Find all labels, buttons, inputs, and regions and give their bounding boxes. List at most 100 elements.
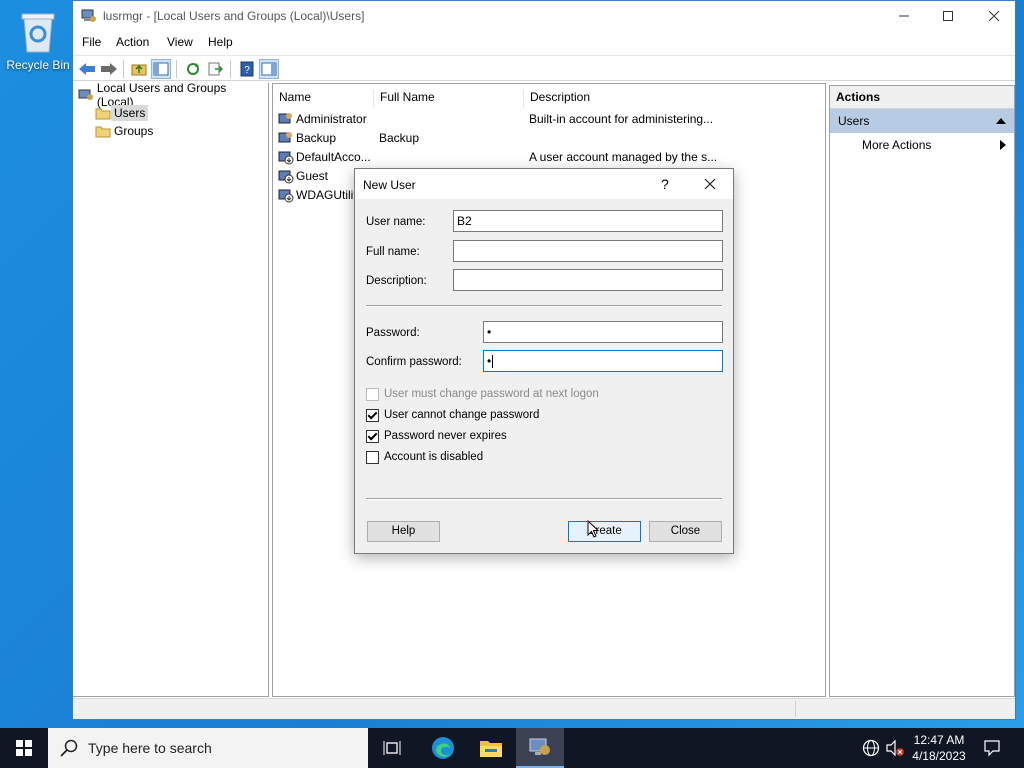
dialog-close-icon[interactable] bbox=[704, 178, 716, 190]
recycle-bin[interactable]: Recycle Bin bbox=[6, 8, 70, 72]
more-actions-item[interactable]: More Actions bbox=[830, 133, 1014, 157]
menu-view[interactable]: View bbox=[167, 35, 193, 49]
checkbox-box bbox=[366, 429, 379, 443]
user-icon bbox=[278, 113, 292, 124]
clock-time: 12:47 AM bbox=[913, 733, 965, 747]
help-button[interactable]: Help bbox=[367, 521, 440, 542]
svg-text:?: ? bbox=[244, 65, 250, 76]
account-disabled-label: Account is disabled bbox=[384, 451, 484, 463]
separator bbox=[366, 305, 722, 307]
tree-item-groups-label: Groups bbox=[114, 124, 154, 138]
export-list-icon bbox=[208, 62, 223, 76]
refresh-icon bbox=[187, 63, 199, 75]
column-name[interactable]: Name bbox=[273, 90, 374, 108]
up-one-level-button[interactable] bbox=[129, 59, 149, 79]
cannot-change-password-checkbox[interactable]: User cannot change password bbox=[366, 407, 539, 423]
table-row[interactable]: Backup Backup bbox=[273, 129, 825, 148]
network-button[interactable] bbox=[860, 728, 882, 768]
back-button[interactable] bbox=[77, 59, 97, 79]
status-bar bbox=[73, 698, 1015, 719]
disabled-user-icon bbox=[278, 151, 294, 165]
dialog-title-bar: New User ? bbox=[355, 169, 733, 199]
password-field[interactable]: • bbox=[483, 321, 723, 343]
checkbox-box bbox=[366, 450, 379, 464]
checkmark-icon bbox=[367, 409, 378, 419]
notifications-button[interactable] bbox=[980, 728, 1004, 768]
tree-item-users-label: Users bbox=[111, 105, 149, 121]
username-field[interactable]: B2 bbox=[453, 210, 723, 232]
checkbox-box bbox=[366, 387, 379, 401]
tree-item-groups[interactable]: Groups bbox=[95, 122, 156, 140]
folder-icon bbox=[95, 126, 111, 138]
tree-item-users[interactable]: Users bbox=[95, 104, 149, 122]
taskbar-search-box[interactable]: Type here to search bbox=[48, 728, 368, 768]
account-disabled-checkbox[interactable]: Account is disabled bbox=[366, 449, 483, 465]
checkmark-icon bbox=[367, 430, 378, 440]
start-button[interactable] bbox=[0, 728, 48, 768]
minimize-button[interactable] bbox=[881, 1, 927, 31]
row-name: DefaultAcco... bbox=[296, 150, 371, 164]
mouse-cursor-icon bbox=[587, 520, 600, 538]
actions-section-users[interactable]: Users bbox=[830, 109, 1014, 133]
column-full-name[interactable]: Full Name bbox=[373, 90, 525, 108]
create-button[interactable]: Create bbox=[568, 521, 641, 542]
collapse-up-icon bbox=[996, 118, 1006, 124]
table-row[interactable]: Administrator Built-in account for admin… bbox=[273, 110, 825, 129]
description-field[interactable] bbox=[453, 269, 723, 291]
row-description: Built-in account for administering... bbox=[529, 112, 714, 126]
dialog-title: New User bbox=[363, 178, 416, 192]
file-explorer-taskbar-button[interactable] bbox=[467, 728, 515, 768]
menu-action[interactable]: Action bbox=[116, 35, 149, 49]
edge-browser-icon bbox=[432, 737, 454, 759]
notification-icon bbox=[984, 740, 1000, 757]
forward-button[interactable] bbox=[99, 59, 119, 79]
help-toolbar-button[interactable]: ? bbox=[237, 59, 257, 79]
must-change-password-checkbox[interactable]: User must change password at next logon bbox=[366, 386, 599, 402]
windows-logo-icon bbox=[16, 740, 32, 756]
search-placeholder: Type here to search bbox=[88, 740, 212, 756]
close-button[interactable]: Close bbox=[649, 521, 722, 542]
window-title: lusrmgr - [Local Users and Groups (Local… bbox=[103, 9, 365, 23]
refresh-button[interactable] bbox=[183, 59, 203, 79]
more-actions-label: More Actions bbox=[862, 138, 932, 152]
username-label: User name: bbox=[366, 216, 426, 228]
show-hide-console-tree-button[interactable] bbox=[151, 59, 171, 79]
fullname-field[interactable] bbox=[453, 240, 723, 262]
confirm-password-field[interactable]: • bbox=[483, 350, 723, 372]
column-description[interactable]: Description bbox=[523, 90, 725, 108]
task-view-button[interactable] bbox=[368, 728, 416, 768]
menu-file[interactable]: File bbox=[82, 35, 101, 49]
lusrmgr-taskbar-button[interactable] bbox=[516, 728, 564, 768]
actions-section-label: Users bbox=[838, 114, 870, 128]
taskbar: Type here to search 12:47 AM 4/18/2023 bbox=[0, 728, 1024, 768]
menu-help[interactable]: Help bbox=[208, 35, 233, 49]
forward-arrow-icon bbox=[101, 63, 117, 75]
disabled-user-icon bbox=[278, 189, 294, 203]
close-icon bbox=[988, 10, 1000, 22]
export-list-button[interactable] bbox=[205, 59, 225, 79]
password-never-expires-checkbox[interactable]: Password never expires bbox=[366, 428, 507, 444]
row-name: Backup bbox=[296, 131, 337, 145]
tree-root[interactable]: Local Users and Groups (Local) bbox=[78, 81, 268, 109]
speaker-muted-icon bbox=[886, 739, 904, 757]
clock-date: 4/18/2023 bbox=[912, 749, 966, 763]
show-hide-action-pane-button[interactable] bbox=[259, 59, 279, 79]
dialog-help-button[interactable]: ? bbox=[661, 176, 669, 192]
recycle-bin-label: Recycle Bin bbox=[6, 58, 70, 72]
clock[interactable]: 12:47 AM 4/18/2023 bbox=[908, 732, 970, 764]
must-change-password-label: User must change password at next logon bbox=[384, 388, 599, 400]
list-header: Name Full Name Description bbox=[273, 84, 825, 108]
console-tree-icon bbox=[153, 62, 169, 76]
maximize-button[interactable] bbox=[925, 1, 971, 31]
new-user-dialog: New User ? User name: B2 Full name: Desc… bbox=[354, 168, 734, 554]
cannot-change-password-label: User cannot change password bbox=[384, 409, 540, 421]
menu-bar: File Action View Help bbox=[73, 31, 1015, 53]
recycle-bin-icon bbox=[18, 8, 58, 54]
password-never-expires-label: Password never expires bbox=[384, 430, 507, 442]
volume-button[interactable] bbox=[884, 728, 906, 768]
help-book-icon: ? bbox=[240, 61, 254, 77]
close-window-button[interactable] bbox=[971, 1, 1017, 31]
edge-taskbar-button[interactable] bbox=[419, 728, 467, 768]
back-arrow-icon bbox=[79, 63, 95, 75]
table-row[interactable]: DefaultAcco... A user account managed by… bbox=[273, 148, 825, 167]
